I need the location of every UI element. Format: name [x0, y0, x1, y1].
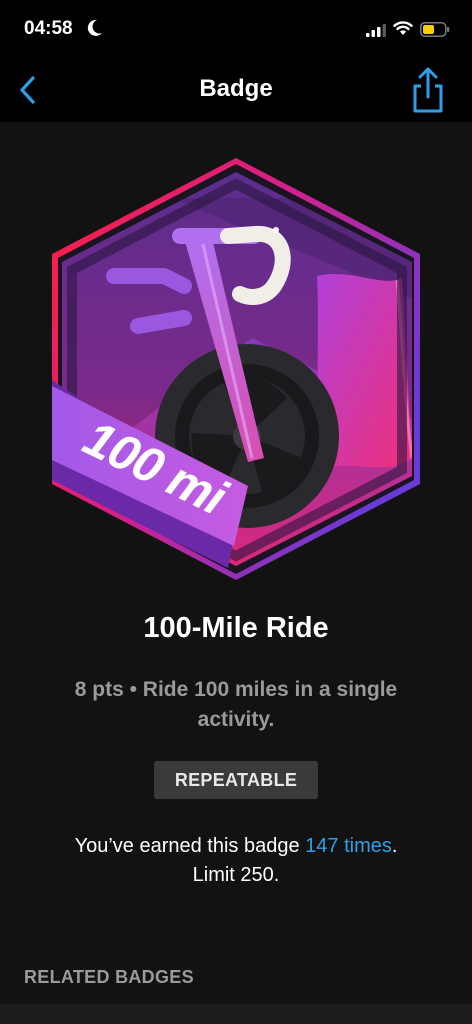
- related-badges-list[interactable]: [0, 1004, 472, 1024]
- badge-image: 100 mi: [52, 158, 420, 580]
- nav-bar: Badge: [0, 58, 472, 122]
- share-button[interactable]: [408, 66, 448, 114]
- share-icon: [413, 67, 443, 113]
- status-time: 04:58: [24, 18, 73, 39]
- wifi-icon: [393, 21, 413, 35]
- page-title: Badge: [199, 75, 273, 102]
- earned-info: You’ve earned this badge 147 times. Limi…: [20, 832, 452, 890]
- cellular-signal-icon: [366, 24, 386, 37]
- earned-suffix: .: [391, 835, 398, 857]
- badge-description: 8 pts • Ride 100 miles in a single activ…: [74, 678, 398, 731]
- battery-icon: [420, 22, 450, 37]
- repeatable-tag: REPEATABLE: [154, 761, 318, 799]
- status-bar: 04:58: [0, 0, 472, 58]
- related-badges-header: RELATED BADGES: [24, 967, 194, 987]
- earned-count-link[interactable]: 147 times: [305, 835, 392, 857]
- earned-prefix: You’ve earned this badge: [74, 835, 306, 857]
- earned-limit: Limit 250.: [192, 864, 280, 886]
- moon-icon: [87, 19, 102, 36]
- badge-title: 100-Mile Ride: [143, 612, 329, 644]
